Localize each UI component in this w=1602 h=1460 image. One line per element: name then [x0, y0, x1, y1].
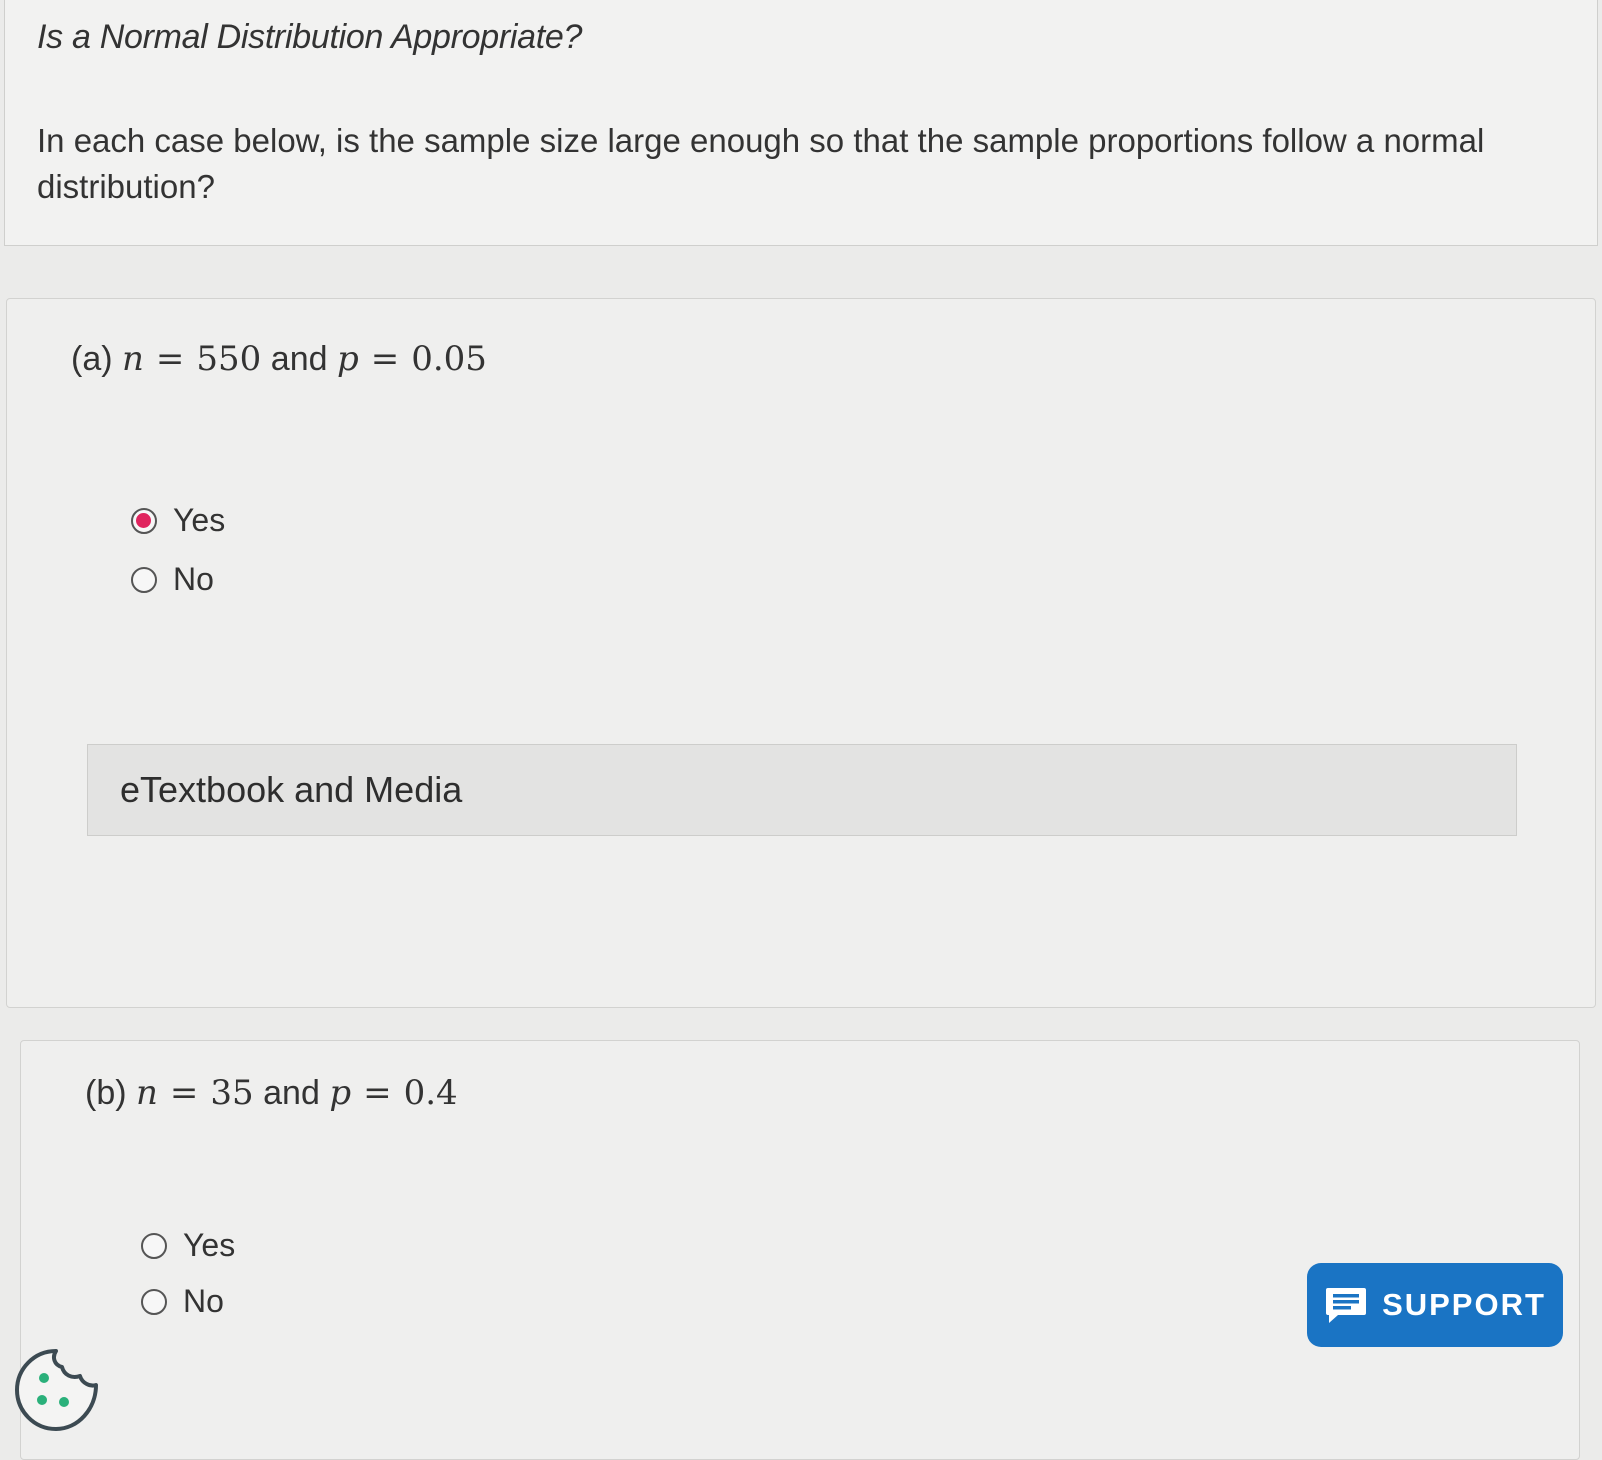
part-b-option-yes-label: Yes: [183, 1227, 236, 1263]
part-a-option-yes[interactable]: Yes: [131, 502, 225, 539]
part-a-option-no[interactable]: No: [131, 561, 214, 598]
part-b-label: (b): [85, 1074, 127, 1112]
etextbook-media-label: eTextbook and Media: [120, 769, 463, 810]
support-label: SUPPORT: [1382, 1287, 1546, 1322]
part-a-card: (a) n = 550 and p = 0.05 Yes No eTextbook an…: [6, 298, 1596, 1008]
etextbook-media-bar[interactable]: eTextbook and Media: [87, 744, 1517, 836]
cookie-icon: [15, 1349, 98, 1431]
part-b-radio-no[interactable]: [141, 1288, 167, 1315]
page: Is a Normal Distribution Appropriate? In…: [0, 0, 1602, 1460]
part-a-radio-yes[interactable]: [131, 507, 157, 534]
question-title: Is a Normal Distribution Appropriate?: [37, 18, 583, 56]
support-button[interactable]: SUPPORT: [1307, 1263, 1563, 1347]
part-a-option-yes-label: Yes: [173, 502, 226, 538]
part-b-question: (b) n = 35 and p = 0.4: [85, 1073, 458, 1113]
part-a-n-expression: n = 550: [122, 339, 262, 379]
part-b-option-no-label: No: [183, 1283, 224, 1319]
part-b-p-expression: p = 0.4: [329, 1073, 458, 1113]
part-a-and: and: [270, 340, 328, 378]
question-text: In each case below, is the sample size l…: [37, 122, 1485, 205]
part-b-card: (b) n = 35 and p = 0.4 Yes No: [20, 1040, 1580, 1460]
part-b-option-no[interactable]: No: [141, 1283, 224, 1320]
part-a-p-expression: p = 0.05: [336, 339, 487, 379]
part-b-radio-yes[interactable]: [141, 1232, 167, 1259]
question-intro-card: Is a Normal Distribution Appropriate? In…: [4, 0, 1598, 246]
part-a-radio-no[interactable]: [131, 566, 157, 593]
part-b-option-yes[interactable]: Yes: [141, 1227, 235, 1264]
part-b-and: and: [263, 1074, 320, 1112]
part-a-option-no-label: No: [173, 561, 214, 597]
part-a-question: (a) n = 550 and p = 0.05: [71, 339, 487, 379]
part-b-n-expression: n = 35: [136, 1073, 254, 1113]
cookie-settings-button[interactable]: [12, 1345, 102, 1435]
chat-icon: [1326, 1288, 1367, 1323]
part-a-label: (a): [71, 340, 113, 378]
